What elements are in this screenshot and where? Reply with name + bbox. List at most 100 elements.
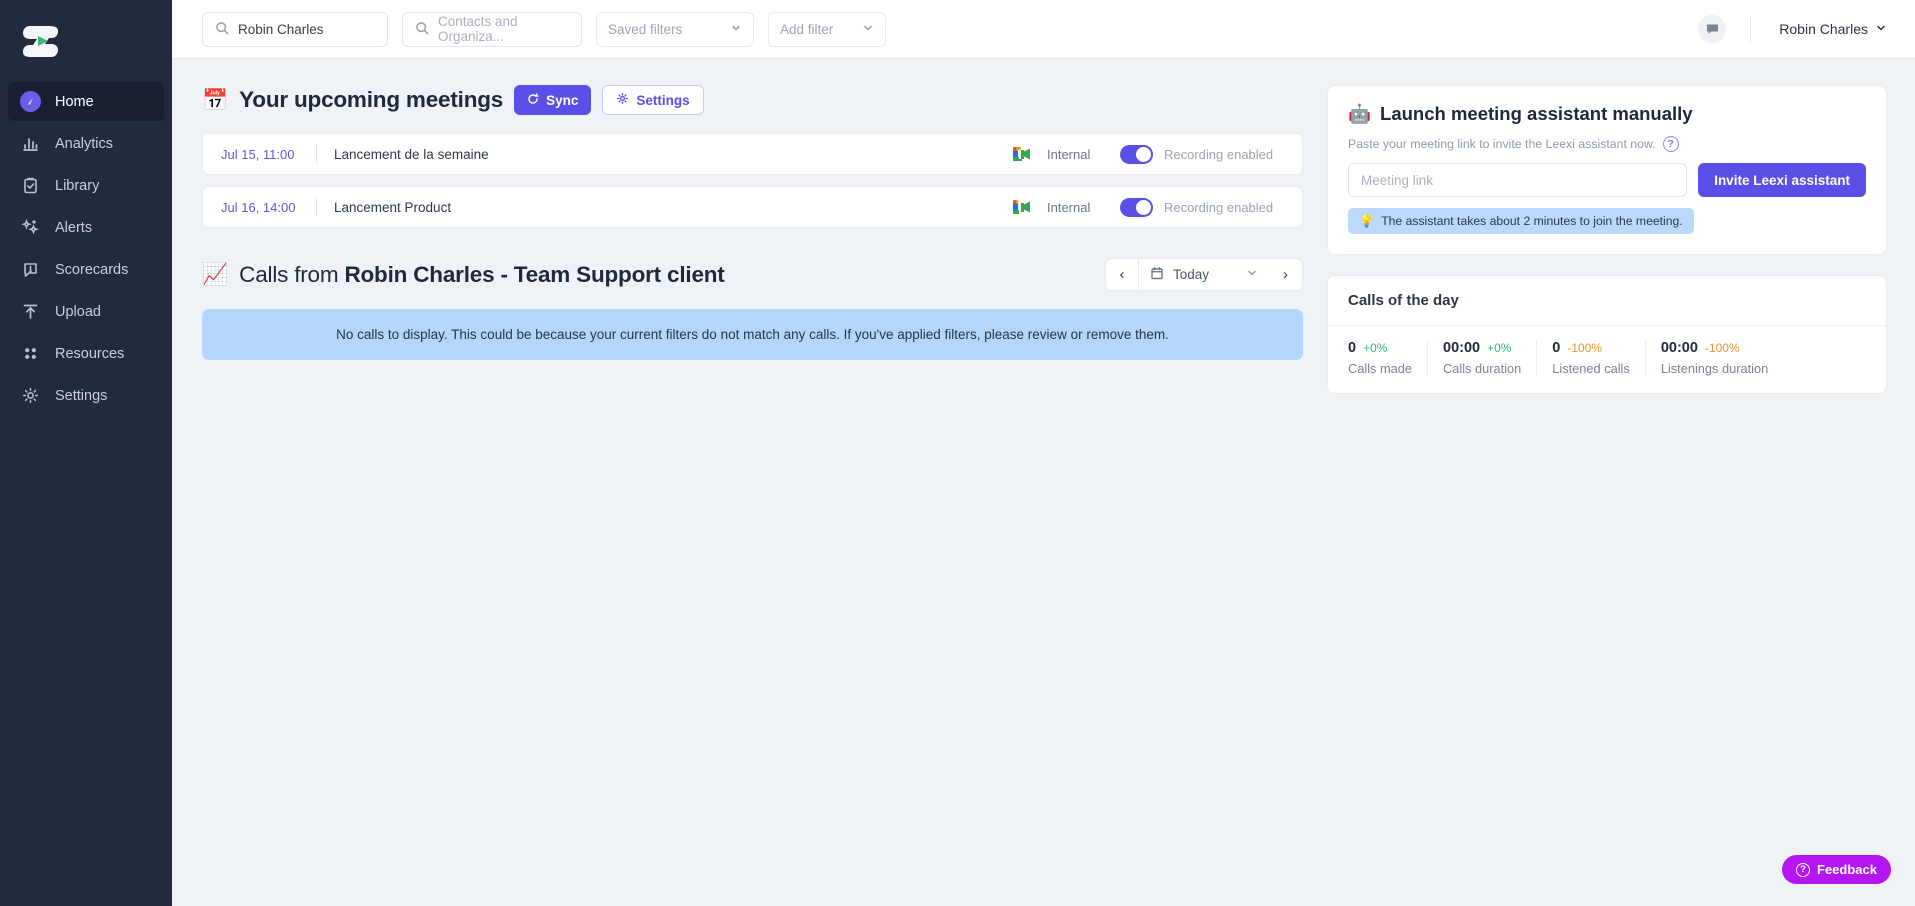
assistant-tip-text: The assistant takes about 2 minutes to j…: [1381, 214, 1682, 228]
sidebar-item-upload[interactable]: Upload: [8, 292, 164, 331]
calls-of-day-title: Calls of the day: [1328, 276, 1886, 326]
stat-delta: +0%: [1363, 341, 1387, 355]
stat-delta: +0%: [1487, 341, 1511, 355]
sidebar-item-label: Library: [55, 178, 99, 194]
add-filter-label: Add filter: [780, 22, 833, 37]
date-navigator: ‹ Today: [1105, 258, 1303, 291]
chevron-down-icon: [1246, 267, 1258, 282]
user-name: Robin Charles: [1779, 21, 1868, 37]
sidebar-item-home[interactable]: Home: [8, 82, 164, 121]
divider: [316, 197, 317, 217]
meeting-row[interactable]: Jul 16, 14:00 Lancement Product: [202, 186, 1303, 228]
page-title: Your upcoming meetings: [239, 87, 503, 113]
recording-toggle[interactable]: [1120, 198, 1153, 217]
assistant-tip: 💡 The assistant takes about 2 minutes to…: [1348, 208, 1694, 234]
stat-calls-made: 0 +0% Calls made: [1348, 340, 1428, 376]
user-menu[interactable]: Robin Charles: [1779, 21, 1887, 37]
next-day-button[interactable]: ›: [1269, 258, 1303, 291]
stat-listenings-duration: 00:00 -100% Listenings duration: [1661, 340, 1783, 376]
stat-calls-duration: 00:00 +0% Calls duration: [1443, 340, 1537, 376]
invite-assistant-button[interactable]: Invite Leexi assistant: [1698, 163, 1866, 197]
search-input-value: Robin Charles: [238, 22, 324, 37]
sidebar-item-label: Upload: [55, 304, 101, 320]
chart-increasing-icon: 📈: [202, 264, 228, 285]
calendar-icon: [1150, 266, 1164, 283]
calls-heading: Calls from Robin Charles - Team Support …: [239, 262, 724, 288]
stat-label: Calls made: [1348, 361, 1412, 376]
empty-state-banner: No calls to display. This could be becau…: [202, 309, 1303, 360]
upcoming-meetings-header: 📅 Your upcoming meetings Sync: [202, 85, 1303, 115]
content-area: 📅 Your upcoming meetings Sync: [172, 59, 1915, 906]
sidebar-item-alerts[interactable]: Alerts: [8, 208, 164, 247]
meeting-row[interactable]: Jul 15, 11:00 Lancement de la semaine: [202, 133, 1303, 175]
robot-icon: 🤖: [1348, 103, 1371, 125]
stat-label: Calls duration: [1443, 361, 1521, 376]
sidebar-item-settings[interactable]: Settings: [8, 376, 164, 415]
sidebar-item-scorecards[interactable]: Scorecards: [8, 250, 164, 289]
chevron-down-icon: [1875, 21, 1887, 37]
sync-button-label: Sync: [546, 93, 578, 108]
prev-day-button[interactable]: ‹: [1105, 258, 1139, 291]
meeting-date: Jul 15, 11:00: [221, 147, 316, 162]
leexi-logo: [20, 21, 62, 61]
question-circle-icon: ?: [1796, 863, 1810, 877]
add-filter-select[interactable]: Add filter: [768, 12, 886, 47]
assistant-title: Launch meeting assistant manually: [1380, 103, 1693, 125]
sidebar-item-resources[interactable]: Resources: [8, 334, 164, 373]
feedback-button[interactable]: ? Feedback: [1782, 855, 1891, 884]
sidebar-item-label: Home: [55, 94, 94, 110]
assistant-subtitle-row: Paste your meeting link to invite the Le…: [1348, 136, 1866, 152]
sidebar-nav: Home Analytics Library: [0, 82, 172, 415]
calls-header: 📈 Calls from Robin Charles - Team Suppor…: [202, 258, 1303, 291]
assistant-form: Invite Leexi assistant: [1348, 163, 1866, 197]
speech-alert-icon: [18, 258, 42, 282]
main-area: Robin Charles Contacts and Organiza... S…: [172, 0, 1915, 906]
sidebar: Home Analytics Library: [0, 0, 172, 906]
bar-chart-icon: [18, 132, 42, 156]
meetings-settings-button[interactable]: Settings: [602, 85, 703, 115]
sidebar-item-library[interactable]: Library: [8, 166, 164, 205]
date-range-select[interactable]: Today: [1139, 258, 1269, 291]
gear-icon: [18, 384, 42, 408]
calendar-icon: 📅: [202, 90, 228, 111]
chat-bubble-icon[interactable]: [1698, 15, 1726, 43]
logo-container[interactable]: [0, 10, 172, 72]
stat-value: 0: [1552, 340, 1560, 356]
recording-toggle[interactable]: [1120, 145, 1153, 164]
sparkles-icon: [18, 216, 42, 240]
topbar-divider: [1750, 16, 1751, 42]
sync-button[interactable]: Sync: [514, 85, 591, 115]
right-column: 🤖 Launch meeting assistant manually Past…: [1327, 85, 1887, 906]
search-icon: [215, 21, 229, 38]
lightbulb-icon: 💡: [1359, 214, 1374, 228]
clipboard-check-icon: [18, 174, 42, 198]
meeting-title: Lancement Product: [334, 200, 1010, 215]
gear-icon: [616, 92, 629, 108]
meeting-type: Internal: [1047, 147, 1109, 162]
calls-heading-prefix: Calls from: [239, 262, 344, 287]
meetings-settings-label: Settings: [636, 93, 689, 108]
meeting-type: Internal: [1047, 200, 1109, 215]
calls-of-day-card: Calls of the day 0 +0% Calls made 00:00 …: [1327, 275, 1887, 394]
assistant-card: 🤖 Launch meeting assistant manually Past…: [1327, 85, 1887, 255]
search-icon: [415, 21, 429, 38]
meeting-row-controls: Internal Recording enabled: [1010, 196, 1286, 218]
stat-delta: -100%: [1567, 341, 1602, 355]
question-mark-icon[interactable]: ?: [1663, 136, 1679, 152]
divider: [316, 144, 317, 164]
contacts-search-input[interactable]: Contacts and Organiza...: [402, 12, 582, 47]
saved-filters-select[interactable]: Saved filters: [596, 12, 754, 47]
calls-heading-bold: Robin Charles - Team Support client: [344, 262, 724, 287]
stat-value: 00:00: [1443, 340, 1480, 356]
recording-label: Recording enabled: [1164, 147, 1286, 162]
sidebar-item-label: Resources: [55, 346, 124, 362]
sidebar-item-label: Scorecards: [55, 262, 128, 278]
stat-label: Listened calls: [1552, 361, 1630, 376]
chevron-down-icon: [730, 22, 742, 37]
search-input[interactable]: Robin Charles: [202, 12, 388, 47]
calls-of-day-stats: 0 +0% Calls made 00:00 +0% Calls duratio…: [1328, 326, 1886, 393]
stat-listened-calls: 0 -100% Listened calls: [1552, 340, 1646, 376]
meeting-link-input[interactable]: [1348, 163, 1687, 197]
calls-title: 📈 Calls from Robin Charles - Team Suppor…: [202, 262, 725, 288]
sidebar-item-analytics[interactable]: Analytics: [8, 124, 164, 163]
